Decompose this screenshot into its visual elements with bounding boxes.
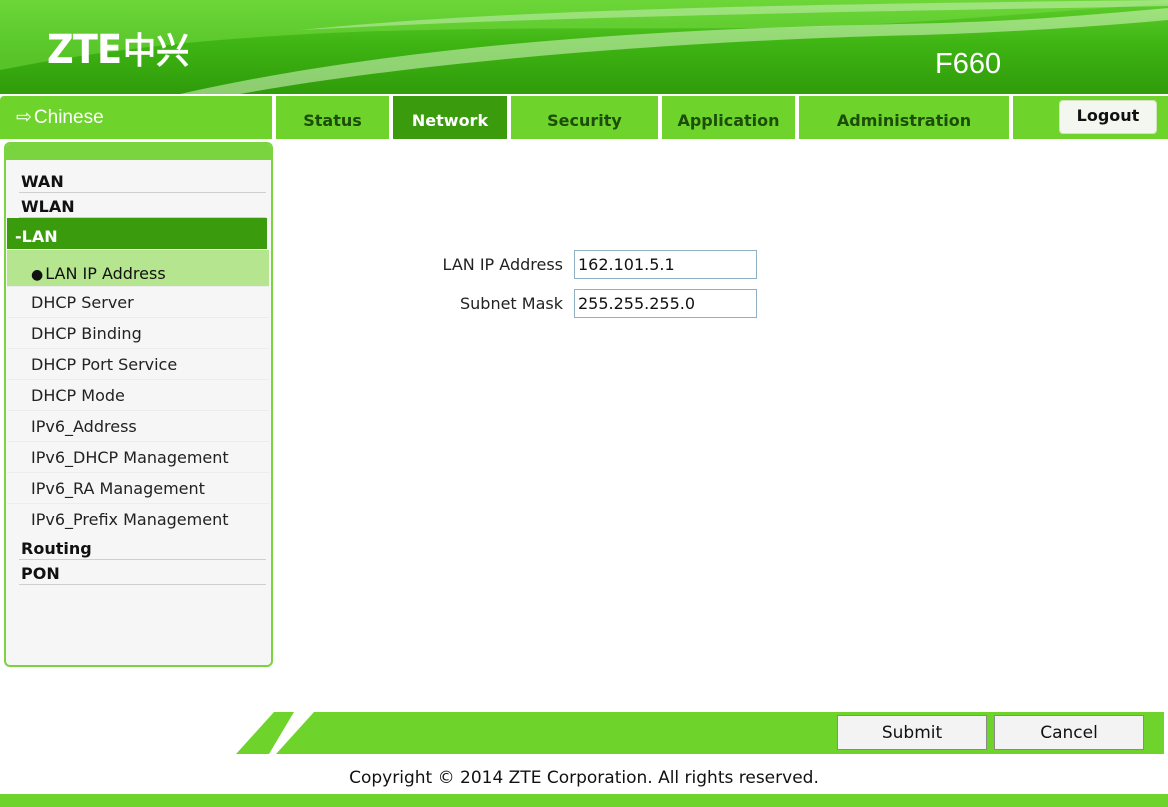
logo-chinese: 中兴 xyxy=(123,31,190,72)
footer-strip xyxy=(0,794,1168,807)
tab-security[interactable]: Security xyxy=(511,96,658,139)
sidebar-item-pon[interactable]: PON xyxy=(19,564,266,585)
sidebar-subitem-dhcp-binding[interactable]: DHCP Binding xyxy=(7,318,269,349)
sidebar-subitem-dhcp-mode[interactable]: DHCP Mode xyxy=(7,380,269,411)
top-navigation: ⇨ Chinese Status Network Security Applica… xyxy=(0,96,1168,139)
sidebar-item-wlan[interactable]: WLAN xyxy=(19,197,266,218)
sidebar-section-lan[interactable]: -LAN xyxy=(7,218,267,249)
logout-button[interactable]: Logout xyxy=(1059,100,1157,134)
sidebar-subitem-ipv6-prefix-management[interactable]: IPv6_Prefix Management xyxy=(7,504,269,535)
sidebar-subitem-ipv6-ra-management[interactable]: IPv6_RA Management xyxy=(7,473,269,504)
logo-latin: ZTE xyxy=(47,27,122,73)
arrow-right-icon: ⇨ xyxy=(16,107,32,128)
sidebar-item-wan[interactable]: WAN xyxy=(19,172,266,193)
subitem-label: LAN IP Address xyxy=(45,264,166,283)
device-model: F660 xyxy=(935,48,1002,80)
language-label: Chinese xyxy=(33,107,104,128)
sidebar-menu: WAN WLAN -LAN ● LAN IP Address DHCP Serve… xyxy=(4,142,273,667)
sidebar-subitem-dhcp-server[interactable]: DHCP Server xyxy=(7,287,269,318)
sidebar-item-routing[interactable]: Routing xyxy=(19,539,266,560)
subnet-mask-label: Subnet Mask xyxy=(459,294,563,313)
sidebar-subitem-dhcp-port-service[interactable]: DHCP Port Service xyxy=(7,349,269,380)
subnet-mask-input[interactable] xyxy=(574,289,757,318)
lan-ip-address-input[interactable] xyxy=(574,250,757,279)
language-switch-link[interactable]: ⇨ Chinese xyxy=(0,96,272,139)
tab-application[interactable]: Application xyxy=(662,96,795,139)
sidebar-subitem-ipv6-address[interactable]: IPv6_Address xyxy=(7,411,269,442)
sidebar-subitem-ipv6-dhcp-management[interactable]: IPv6_DHCP Management xyxy=(7,442,269,473)
tab-network[interactable]: Network xyxy=(393,96,507,139)
copyright-label: Copyright © 2014 ZTE Corporation. All ri… xyxy=(349,768,819,788)
header-banner: ZTE中兴 F660 xyxy=(0,0,1168,94)
lan-ip-address-label: LAN IP Address xyxy=(442,255,563,274)
tab-administration[interactable]: Administration xyxy=(799,96,1009,139)
sidebar-subitem-lan-ip-address[interactable]: ● LAN IP Address xyxy=(7,250,269,287)
bullet-icon: ● xyxy=(31,267,44,283)
copyright-text: Copyright © 2014 ZTE Corporation. All ri… xyxy=(0,768,1168,788)
sidebar-top-strip xyxy=(6,144,271,160)
zte-logo: ZTE中兴 xyxy=(47,22,189,78)
action-bar: Submit Cancel xyxy=(236,712,1164,754)
submit-button[interactable]: Submit xyxy=(837,715,987,750)
cancel-button[interactable]: Cancel xyxy=(994,715,1144,750)
tab-status[interactable]: Status xyxy=(276,96,389,139)
